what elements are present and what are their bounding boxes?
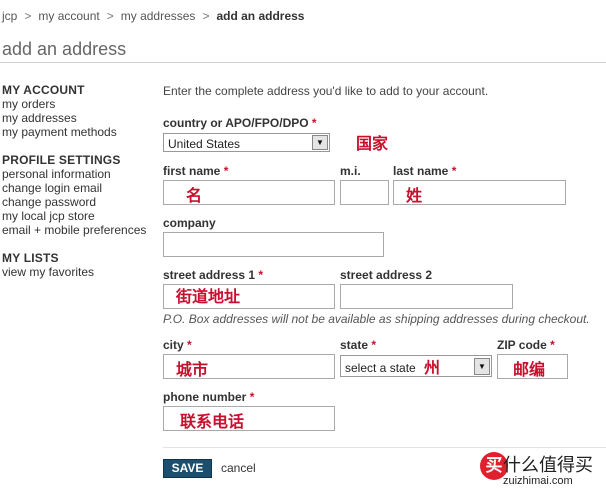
annotation-first-name: 名	[186, 186, 203, 205]
street2-input[interactable]	[340, 284, 513, 309]
mi-label: m.i.	[340, 164, 361, 178]
country-select-value: United States	[168, 137, 241, 151]
annotation-country: 国家	[356, 134, 389, 153]
required-mark: *	[311, 116, 317, 130]
sidebar: MY ACCOUNT my orders my addresses my pay…	[2, 83, 157, 279]
breadcrumb-separator: >	[24, 9, 32, 23]
required-mark: *	[550, 338, 555, 352]
sidebar-heading-my-account: MY ACCOUNT	[2, 83, 85, 97]
state-label: state *	[340, 338, 376, 352]
sidebar-item-my-orders[interactable]: my orders	[2, 97, 157, 111]
form-divider	[163, 447, 606, 448]
last-name-label: last name *	[393, 164, 456, 178]
required-mark: *	[451, 164, 457, 178]
city-label: city *	[163, 338, 192, 352]
first-name-label-text: first name	[163, 164, 221, 178]
po-box-note: P.O. Box addresses will not be available…	[163, 312, 590, 326]
first-name-label: first name *	[163, 164, 228, 178]
phone-label-text: phone number	[163, 390, 247, 404]
sidebar-item-my-local-jcp-store[interactable]: my local jcp store	[2, 209, 157, 223]
country-label: country or APO/FPO/DPO *	[163, 116, 317, 130]
annotation-last-name: 姓	[406, 186, 423, 205]
sidebar-item-personal-information[interactable]: personal information	[2, 167, 157, 181]
chevron-down-icon[interactable]: ▼	[474, 358, 490, 375]
sidebar-item-email-mobile-preferences[interactable]: email + mobile preferences	[2, 223, 157, 237]
annotation-phone: 联系电话	[180, 412, 245, 431]
mi-input[interactable]	[340, 180, 389, 205]
last-name-label-text: last name	[393, 164, 449, 178]
required-mark: *	[258, 268, 264, 282]
annotation-city: 城市	[176, 360, 209, 379]
form-intro: Enter the complete address you'd like to…	[163, 84, 489, 98]
state-label-text: state	[340, 338, 369, 352]
breadcrumb-current: add an address	[216, 9, 305, 23]
chevron-down-icon[interactable]: ▼	[312, 135, 328, 150]
save-button[interactable]: SAVE	[163, 459, 212, 478]
sidebar-item-change-login-email[interactable]: change login email	[2, 181, 157, 195]
sidebar-item-my-addresses[interactable]: my addresses	[2, 111, 157, 125]
company-label: company	[163, 216, 216, 230]
required-mark: *	[187, 338, 192, 352]
cancel-link[interactable]: cancel	[221, 461, 256, 475]
phone-label: phone number *	[163, 390, 254, 404]
zip-label-text: ZIP code	[497, 338, 547, 352]
required-mark: *	[223, 164, 229, 178]
street1-label-text: street address 1	[163, 268, 256, 282]
title-divider	[0, 62, 606, 63]
annotation-zip: 邮编	[513, 360, 546, 379]
breadcrumb: jcp > my account > my addresses > add an addre…	[2, 9, 304, 23]
sidebar-heading-my-lists: MY LISTS	[2, 251, 59, 265]
state-select-value: select a state	[345, 361, 416, 375]
sidebar-item-view-my-favorites[interactable]: view my favorites	[2, 265, 157, 279]
watermark-name: 什么值得买	[503, 455, 593, 476]
street2-label: street address 2	[340, 268, 433, 282]
company-input[interactable]	[163, 232, 384, 257]
breadcrumb-jcp[interactable]: jcp	[2, 9, 17, 23]
annotation-street: 街道地址	[176, 287, 241, 306]
country-select[interactable]: United States ▼	[163, 133, 330, 152]
page-title: add an address	[2, 39, 127, 59]
required-mark: *	[371, 338, 377, 352]
breadcrumb-my-account[interactable]: my account	[38, 9, 99, 23]
state-select[interactable]: select a state ▼	[340, 355, 492, 377]
city-label-text: city	[163, 338, 184, 352]
breadcrumb-separator: >	[106, 9, 114, 23]
zip-label: ZIP code *	[497, 338, 555, 352]
street1-label: street address 1 *	[163, 268, 263, 282]
breadcrumb-my-addresses[interactable]: my addresses	[121, 9, 196, 23]
annotation-state: 州	[424, 358, 441, 377]
sidebar-heading-profile-settings: PROFILE SETTINGS	[2, 153, 121, 167]
sidebar-item-change-password[interactable]: change password	[2, 195, 157, 209]
required-mark: *	[249, 390, 255, 404]
breadcrumb-separator: >	[202, 9, 210, 23]
country-label-text: country or APO/FPO/DPO	[163, 116, 309, 130]
watermark-url: zuizhimai.com	[503, 475, 573, 487]
sidebar-item-my-payment-methods[interactable]: my payment methods	[2, 125, 157, 139]
